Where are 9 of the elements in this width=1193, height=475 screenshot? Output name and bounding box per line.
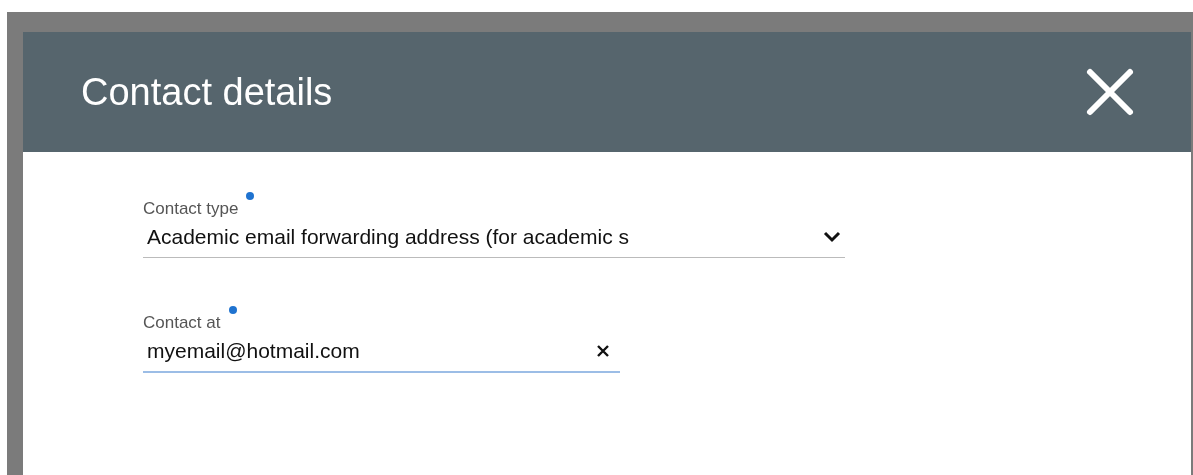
field-label: Contact type: [143, 199, 239, 219]
chevron-down-icon: [823, 231, 841, 243]
clear-icon[interactable]: [596, 344, 610, 358]
contact-type-dropdown[interactable]: Academic email forwarding address (for academic s: [143, 219, 845, 258]
contact-input-field[interactable]: myemail@hotmail.com: [143, 333, 620, 373]
dialog-title: Contact details: [81, 70, 333, 114]
field-label: Contact at: [143, 313, 221, 333]
close-icon: [1084, 66, 1136, 118]
close-button[interactable]: [1084, 66, 1136, 118]
